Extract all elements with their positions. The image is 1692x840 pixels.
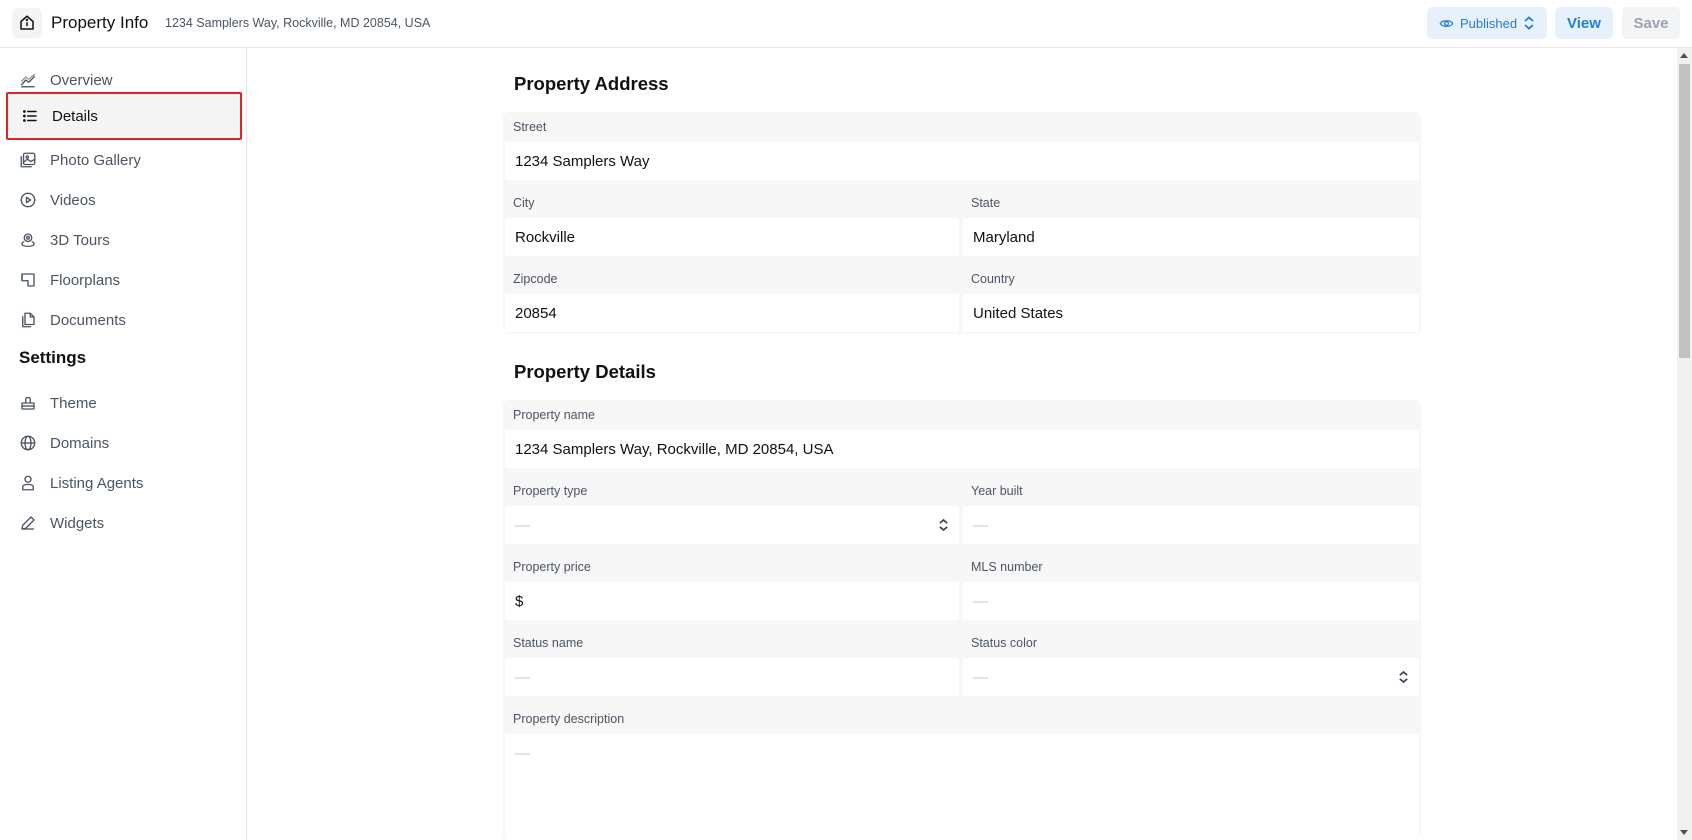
scroll-down-arrow-icon[interactable] — [1680, 830, 1688, 835]
property-description-field: Property description — — [503, 704, 1421, 840]
top-bar: Property Info 1234 Samplers Way, Rockvil… — [0, 0, 1692, 48]
country-field: Country United States — [961, 264, 1421, 334]
chevron-updown-icon — [1524, 16, 1534, 30]
zipcode-field: Zipcode 20854 — [503, 264, 961, 334]
property-description-label: Property description — [513, 712, 625, 726]
sidebar-item-floorplans[interactable]: Floorplans — [6, 258, 242, 302]
sidebar-item-documents[interactable]: Documents — [6, 298, 242, 342]
property-name-field: Property name 1234 Samplers Way, Rockvil… — [503, 400, 1421, 476]
tour-icon — [21, 233, 35, 248]
sidebar-item-label: 3D Tours — [50, 231, 110, 249]
status-name-input[interactable]: — — [505, 658, 959, 696]
sidebar-item-label: Details — [52, 107, 98, 125]
sidebar-item-label: Photo Gallery — [50, 151, 141, 169]
sidebar-item-domains[interactable]: Domains — [6, 421, 242, 465]
sidebar-item-label: Domains — [50, 434, 110, 452]
save-button[interactable]: Save — [1622, 7, 1680, 39]
city-input[interactable]: Rockville — [505, 218, 959, 256]
page-title: Property Info — [51, 13, 149, 32]
chart-icon — [20, 73, 36, 88]
sidebar: Overview Details Photo Gallery Videos 3D… — [0, 48, 247, 840]
published-label: Published — [1460, 15, 1518, 31]
mls-number-field: MLS number — — [961, 552, 1421, 628]
sidebar-item-theme[interactable]: Theme — [6, 381, 242, 425]
property-address-heading: Property Address — [514, 73, 669, 94]
sidebar-item-photo-gallery[interactable]: Photo Gallery — [6, 138, 242, 182]
settings-heading: Settings — [19, 348, 87, 367]
mls-number-input[interactable]: — — [963, 582, 1419, 620]
sidebar-item-label: Documents — [50, 311, 126, 329]
sidebar-item-label: Listing Agents — [50, 474, 144, 492]
play-icon — [20, 192, 36, 208]
street-field: Street 1234 Samplers Way — [503, 112, 1421, 188]
status-color-label: Status color — [971, 636, 1038, 650]
page-subtitle: 1234 Samplers Way, Rockville, MD 20854, … — [165, 16, 431, 30]
mls-number-label: MLS number — [971, 560, 1043, 574]
status-name-label: Status name — [513, 636, 584, 650]
property-address-card: Street 1234 Samplers Way City Rockville … — [503, 112, 1421, 334]
sidebar-item-widgets[interactable]: Widgets — [6, 501, 242, 545]
street-input[interactable]: 1234 Samplers Way — [505, 142, 1419, 180]
main-scrollbar[interactable] — [1677, 48, 1692, 840]
published-status-button[interactable]: Published — [1427, 7, 1547, 39]
property-price-field: Property price $ — [503, 552, 961, 628]
property-details-card: Property name 1234 Samplers Way, Rockvil… — [503, 400, 1421, 840]
scroll-up-arrow-icon[interactable] — [1680, 53, 1688, 58]
year-built-input[interactable]: — — [963, 506, 1419, 544]
property-type-select[interactable]: — — [505, 506, 959, 544]
sidebar-item-label: Floorplans — [50, 271, 121, 289]
city-field: City Rockville — [503, 188, 961, 264]
sidebar-item-label: Overview — [50, 71, 113, 89]
property-description-textarea[interactable]: — — [505, 734, 1419, 840]
status-color-value: — — [973, 668, 988, 686]
status-color-select[interactable]: — — [963, 658, 1419, 696]
floorplan-icon — [21, 273, 35, 287]
chevron-updown-icon — [939, 518, 948, 532]
zipcode-label: Zipcode — [513, 272, 558, 286]
property-type-value: — — [515, 516, 530, 534]
photo-icon — [20, 152, 36, 168]
year-built-field: Year built — — [961, 476, 1421, 552]
property-type-field: Property type — — [503, 476, 961, 552]
state-input[interactable]: Maryland — [963, 218, 1419, 256]
list-icon — [23, 110, 37, 122]
sidebar-item-3d-tours[interactable]: 3D Tours — [6, 218, 242, 262]
pen-icon — [21, 516, 35, 530]
street-label: Street — [513, 120, 547, 134]
view-button[interactable]: View — [1555, 7, 1613, 39]
state-field: State Maryland — [961, 188, 1421, 264]
zipcode-input[interactable]: 20854 — [505, 294, 959, 332]
property-name-label: Property name — [513, 408, 595, 422]
property-name-input[interactable]: 1234 Samplers Way, Rockville, MD 20854, … — [505, 430, 1419, 468]
theme-icon — [21, 396, 35, 410]
country-input[interactable]: United States — [963, 294, 1419, 332]
info-home-icon[interactable] — [12, 8, 42, 38]
sidebar-item-listing-agents[interactable]: Listing Agents — [6, 461, 242, 505]
property-type-label: Property type — [513, 484, 588, 498]
sidebar-item-videos[interactable]: Videos — [6, 178, 242, 222]
city-label: City — [513, 196, 535, 210]
user-icon — [22, 475, 34, 491]
state-label: State — [971, 196, 1001, 210]
property-price-label: Property price — [513, 560, 591, 574]
chevron-updown-icon — [1399, 670, 1408, 684]
sidebar-item-details[interactable]: Details — [6, 92, 242, 140]
sidebar-item-label: Theme — [50, 394, 97, 412]
documents-icon — [22, 312, 35, 328]
scrollbar-thumb[interactable] — [1679, 64, 1690, 358]
property-details-heading: Property Details — [514, 361, 656, 382]
sidebar-item-label: Widgets — [50, 514, 105, 532]
year-built-label: Year built — [971, 484, 1023, 498]
sidebar-item-label: Videos — [50, 191, 96, 209]
status-name-field: Status name — — [503, 628, 961, 704]
status-color-field: Status color — — [961, 628, 1421, 704]
country-label: Country — [971, 272, 1015, 286]
eye-icon — [1439, 19, 1454, 27]
globe-icon — [20, 435, 36, 451]
property-price-input[interactable]: $ — [505, 582, 959, 620]
